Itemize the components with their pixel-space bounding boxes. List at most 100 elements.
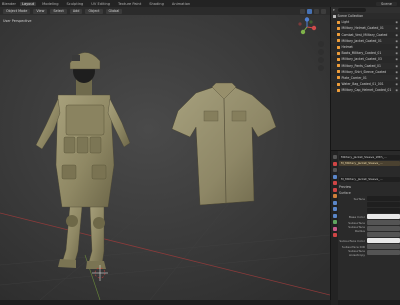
property-label: Subsurface Anisotropy bbox=[348, 248, 365, 257]
viewport-overlay-label: User Perspective bbox=[3, 19, 31, 23]
object-icon bbox=[337, 88, 340, 92]
object-icon bbox=[337, 33, 340, 37]
outliner-item-label: Military_Helmet_Coated_01 bbox=[341, 26, 384, 31]
outliner-item[interactable]: Military_Cap_Helmet_Coated_01 ◉ bbox=[331, 87, 400, 94]
transform-orientation[interactable]: Global bbox=[105, 8, 123, 14]
visibility-eye-icon[interactable]: ◉ bbox=[395, 70, 398, 74]
object-icon bbox=[337, 70, 340, 74]
property-row: Subsurface Radius bbox=[339, 224, 400, 233]
select-menu[interactable]: Select bbox=[50, 8, 67, 14]
view-menu[interactable]: View bbox=[33, 8, 48, 14]
navigation-gizmo[interactable] bbox=[297, 17, 317, 37]
surface-properties: Surface Base Color Subsurface Subsurface Ra… bbox=[339, 196, 400, 257]
visibility-eye-icon[interactable]: ◉ bbox=[395, 57, 398, 61]
output-tab-icon[interactable] bbox=[332, 168, 337, 172]
visibility-eye-icon[interactable]: ◉ bbox=[395, 64, 398, 68]
wireframe-shading-button[interactable] bbox=[300, 8, 305, 14]
properties-body: Military_Jacket_Sleeve_With_... M_Milita… bbox=[339, 153, 400, 257]
visibility-eye-icon[interactable]: ◉ bbox=[395, 76, 398, 80]
texture-tab-icon[interactable] bbox=[332, 233, 337, 237]
visibility-eye-icon[interactable]: ◉ bbox=[395, 26, 398, 30]
visibility-eye-icon[interactable]: ◉ bbox=[395, 20, 398, 24]
visibility-eye-icon[interactable]: ◉ bbox=[395, 45, 398, 49]
property-label: Subsurface Radius bbox=[348, 224, 365, 233]
outliner-item-label: Boots_Military_Coated_01 bbox=[341, 51, 382, 56]
particles-tab-icon[interactable] bbox=[332, 207, 337, 211]
workspace-tab-animation[interactable]: Animation bbox=[170, 2, 192, 6]
property-value-field[interactable] bbox=[367, 208, 400, 213]
object-icon bbox=[337, 20, 340, 24]
property-value-field[interactable] bbox=[367, 196, 400, 201]
workspace-tab-sculpting[interactable]: Sculpting bbox=[65, 2, 86, 6]
material-shading-button[interactable] bbox=[314, 8, 319, 14]
object-icon bbox=[337, 45, 340, 49]
property-value-field[interactable] bbox=[367, 220, 400, 225]
modifiers-tab-icon[interactable] bbox=[332, 200, 337, 205]
visibility-eye-icon[interactable]: ◉ bbox=[395, 88, 398, 92]
material-slot-item[interactable]: M_Military_Jacket_Sleeve_... bbox=[339, 161, 400, 166]
visibility-eye-icon[interactable]: ◉ bbox=[395, 33, 398, 37]
app-menu[interactable]: Blender bbox=[2, 2, 16, 6]
visibility-eye-icon[interactable]: ◉ bbox=[395, 39, 398, 43]
collection-icon bbox=[333, 14, 336, 18]
outliner-item-label: Light bbox=[341, 20, 350, 25]
scene-tab-icon[interactable] bbox=[332, 181, 337, 185]
physics-tab-icon[interactable] bbox=[332, 213, 337, 218]
property-value-field[interactable] bbox=[367, 250, 400, 255]
add-menu[interactable]: Add bbox=[69, 8, 83, 14]
view-layer-tab-icon[interactable] bbox=[332, 174, 337, 179]
tool-tab-icon[interactable] bbox=[332, 155, 337, 159]
property-value-field[interactable] bbox=[367, 202, 400, 207]
mode-dropdown[interactable]: Object Mode bbox=[3, 8, 31, 14]
properties-panel: Military_Jacket_Sleeve_With_... M_Milita… bbox=[330, 150, 400, 305]
outliner-item-label: Helmet bbox=[341, 45, 353, 50]
object-icon bbox=[337, 39, 340, 43]
workspace-tab-layout[interactable]: Layout bbox=[19, 1, 37, 6]
3d-viewport[interactable]: User Perspective bbox=[0, 15, 330, 300]
object-menu[interactable]: Object bbox=[85, 8, 103, 14]
visibility-eye-icon[interactable]: ◉ bbox=[395, 51, 398, 55]
perspective-toggle-button[interactable] bbox=[318, 65, 324, 71]
render-tab-icon[interactable] bbox=[332, 161, 337, 166]
outliner-search-input[interactable] bbox=[337, 8, 366, 12]
property-label: Base Color bbox=[348, 214, 365, 219]
color-swatch[interactable] bbox=[367, 214, 400, 219]
world-tab-icon[interactable] bbox=[332, 187, 337, 192]
outliner-filter-icon[interactable]: ▾ bbox=[333, 8, 335, 12]
material-slot-list-spacer bbox=[339, 168, 400, 176]
workspace-tab-modeling[interactable]: Modeling bbox=[40, 2, 60, 6]
property-label: Subsurface Color bbox=[339, 238, 365, 243]
outliner-tree: Scene Collection Light ◉ Military_Helmet_Co… bbox=[331, 13, 400, 94]
color-swatch[interactable] bbox=[367, 238, 400, 243]
property-value-field[interactable] bbox=[367, 244, 400, 249]
outliner-item-label: Water_Bag_Coated_01_001 bbox=[341, 82, 384, 87]
object-tab-icon[interactable] bbox=[332, 194, 337, 198]
object-icon bbox=[337, 64, 340, 68]
object-icon bbox=[337, 82, 340, 86]
object-icon bbox=[337, 57, 340, 61]
pan-button[interactable] bbox=[318, 49, 324, 55]
outliner-item-label: Military_Pants_Coated_01 bbox=[341, 63, 381, 68]
property-value-field[interactable] bbox=[367, 232, 400, 237]
scene-selector[interactable]: Scene bbox=[376, 1, 397, 6]
camera-view-button[interactable] bbox=[318, 57, 324, 63]
object-data-tab-icon[interactable] bbox=[332, 220, 337, 224]
viewport-scene: User Perspective bbox=[0, 15, 330, 300]
object-icon bbox=[337, 51, 340, 55]
visibility-eye-icon[interactable]: ◉ bbox=[395, 82, 398, 86]
outliner-panel: ▾ Scene Collection Light ◉ Military_Helmet_… bbox=[330, 7, 400, 150]
material-datablock-field[interactable]: M_Military_Jacket_Sleeve_... bbox=[339, 177, 400, 182]
object-name-field[interactable]: Military_Jacket_Sleeve_With_... bbox=[339, 154, 400, 160]
solid-shading-button[interactable] bbox=[307, 8, 312, 14]
workspace-tab-texture-paint[interactable]: Texture Paint bbox=[116, 2, 143, 6]
outliner-item-label: Military_Shirt_Sleeve_Coated bbox=[341, 69, 387, 74]
material-tab-icon[interactable] bbox=[332, 226, 337, 231]
object-icon bbox=[337, 26, 340, 30]
property-value-field[interactable] bbox=[367, 226, 400, 231]
viewport-header: Object Mode View Select Add Object Globa… bbox=[0, 7, 330, 15]
zoom-button[interactable] bbox=[318, 41, 324, 47]
rendered-shading-button[interactable] bbox=[321, 8, 326, 14]
object-icon bbox=[337, 76, 340, 80]
workspace-tab-uv-editing[interactable]: UV Editing bbox=[89, 2, 112, 6]
workspace-tab-shading[interactable]: Shading bbox=[147, 2, 166, 6]
